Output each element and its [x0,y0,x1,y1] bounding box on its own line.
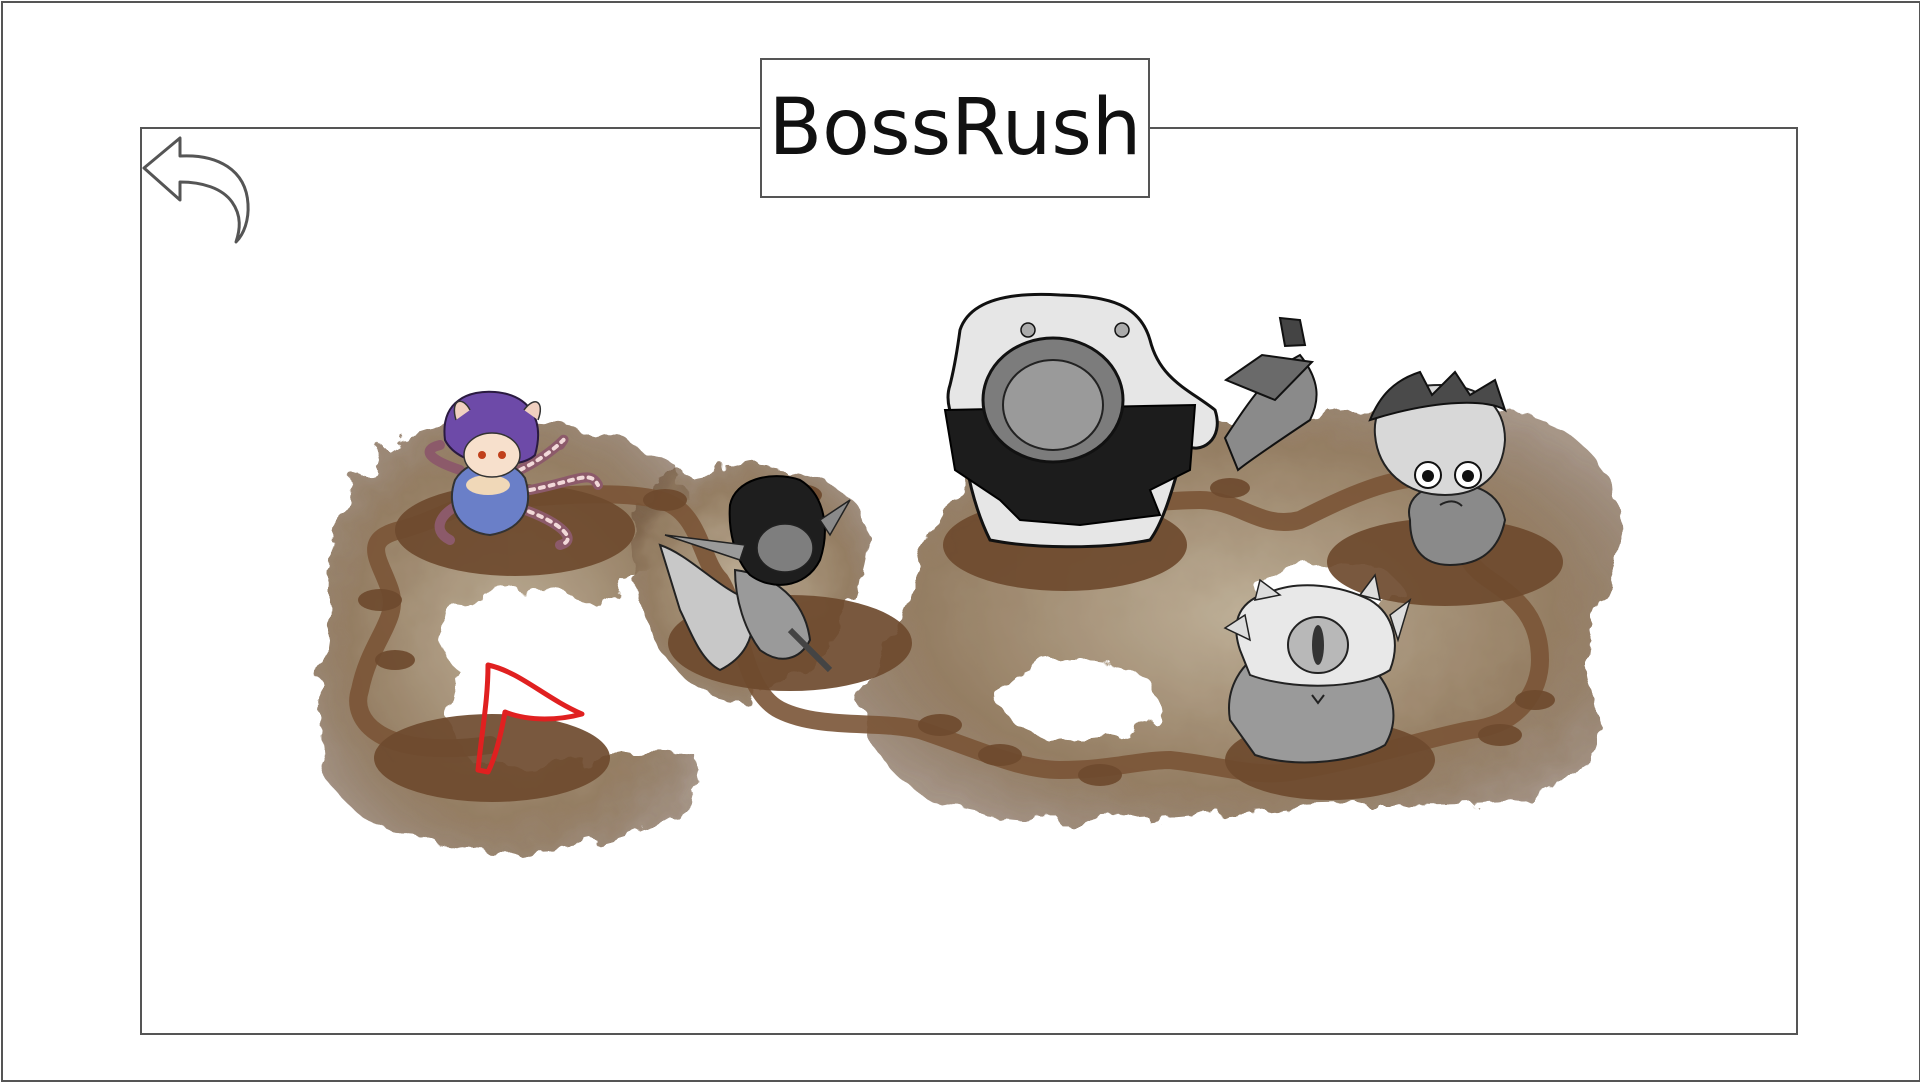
back-button[interactable] [140,130,258,248]
page-title: BossRush [760,58,1150,198]
back-arrow-icon [142,136,250,244]
